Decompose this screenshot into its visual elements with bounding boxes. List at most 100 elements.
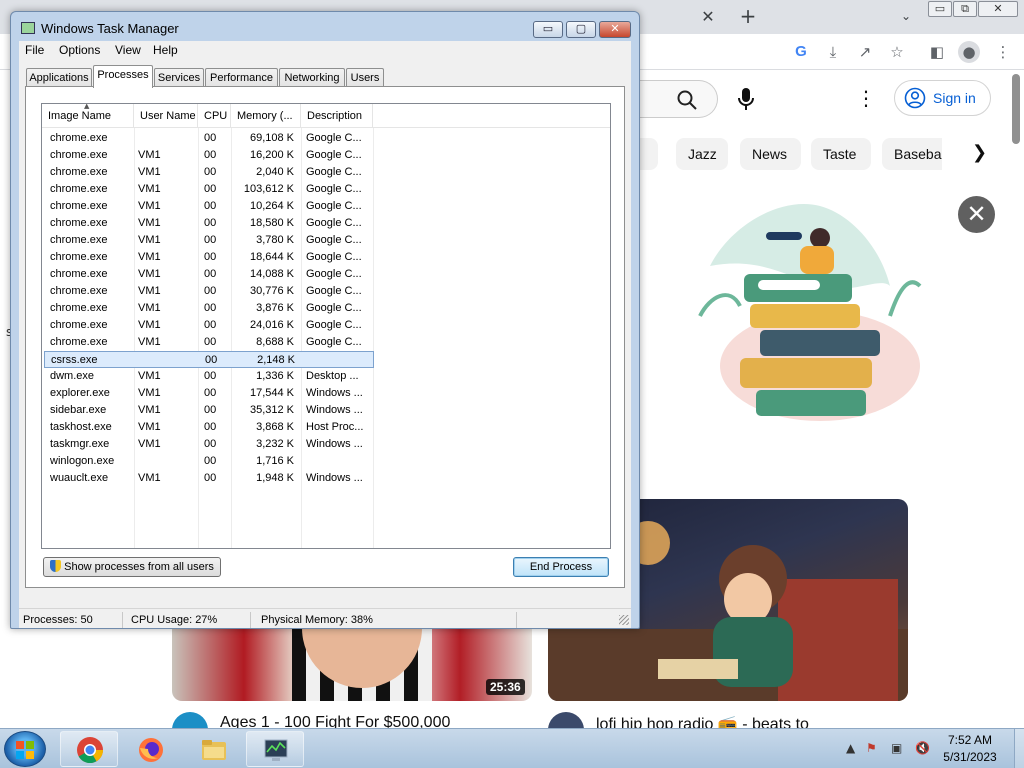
- microphone-icon[interactable]: [736, 86, 756, 112]
- sign-in-button[interactable]: Sign in: [894, 80, 991, 116]
- table-row[interactable]: chrome.exe VM1 00 24,016 K Google C...: [44, 317, 374, 334]
- menu-help[interactable]: Help: [153, 43, 178, 57]
- menu-view[interactable]: View: [115, 43, 141, 57]
- table-row[interactable]: winlogon.exe 00 1,716 K: [44, 453, 374, 470]
- table-row[interactable]: chrome.exe VM1 00 18,580 K Google C...: [44, 215, 374, 232]
- install-icon[interactable]: ⤓: [822, 41, 844, 63]
- table-row[interactable]: csrss.exe 00 2,148 K: [44, 351, 374, 368]
- dismiss-close-button[interactable]: ✕: [958, 196, 995, 233]
- video-title-lofi[interactable]: lofi hip hop radio 📻 - beats to: [596, 714, 809, 728]
- taskbar-task-manager[interactable]: [246, 731, 304, 767]
- cell-mem: 3,868 K: [256, 421, 294, 433]
- new-tab-button[interactable]: +: [736, 6, 760, 26]
- tab-processes[interactable]: Processes: [93, 65, 153, 88]
- account-icon: [904, 87, 926, 109]
- table-row[interactable]: chrome.exe 00 69,108 K Google C...: [44, 130, 374, 147]
- chips-next-icon[interactable]: ❯: [972, 142, 987, 163]
- chip-jazz[interactable]: Jazz: [676, 138, 728, 170]
- profile-icon[interactable]: ●: [958, 41, 980, 63]
- process-list[interactable]: Image Name ▲ User Name CPU Memory (... D…: [41, 103, 611, 549]
- tab-services[interactable]: Services: [154, 68, 204, 87]
- table-row[interactable]: chrome.exe VM1 00 3,780 K Google C...: [44, 232, 374, 249]
- tab-close-icon[interactable]: ✕: [698, 7, 718, 27]
- tab-networking[interactable]: Networking: [279, 68, 345, 87]
- google-lens-icon[interactable]: G: [790, 41, 812, 63]
- end-process-button[interactable]: End Process: [513, 557, 609, 577]
- menu-file[interactable]: File: [25, 43, 44, 57]
- table-row[interactable]: chrome.exe VM1 00 2,040 K Google C...: [44, 164, 374, 181]
- video-thumbnail-ages[interactable]: [172, 628, 532, 701]
- tab-applications[interactable]: Applications: [26, 68, 92, 87]
- cell-cpu: 00: [204, 319, 217, 331]
- table-row[interactable]: chrome.exe VM1 00 16,200 K Google C...: [44, 147, 374, 164]
- network-icon[interactable]: ▣: [891, 741, 902, 755]
- tab-performance[interactable]: Performance: [205, 68, 278, 87]
- table-row[interactable]: chrome.exe VM1 00 8,688 K Google C...: [44, 334, 374, 351]
- table-row[interactable]: chrome.exe VM1 00 3,876 K Google C...: [44, 300, 374, 317]
- cell-mem: 24,016 K: [249, 319, 294, 331]
- table-row[interactable]: explorer.exe VM1 00 17,544 K Windows ...: [44, 385, 374, 402]
- maximize-button[interactable]: ▢: [566, 21, 596, 38]
- table-row[interactable]: chrome.exe VM1 00 18,644 K Google C...: [44, 249, 374, 266]
- table-row[interactable]: taskmgr.exe VM1 00 3,232 K Windows ...: [44, 436, 374, 453]
- cell-desc: Host Proc...: [306, 421, 364, 433]
- column-memory[interactable]: Memory (...: [231, 104, 301, 128]
- chip-baseball[interactable]: Baseba: [882, 138, 942, 170]
- action-center-icon[interactable]: ⚑: [866, 741, 877, 755]
- start-button[interactable]: [4, 731, 46, 767]
- menu-dots-icon[interactable]: ⋮: [992, 41, 1014, 63]
- cell-user: VM1: [138, 302, 161, 314]
- show-all-users-button[interactable]: Show processes from all users: [43, 557, 221, 577]
- column-cpu[interactable]: CPU: [198, 104, 231, 128]
- taskbar-explorer[interactable]: [184, 731, 242, 767]
- resize-grip[interactable]: [619, 615, 629, 625]
- volume-muted-icon[interactable]: 🔇: [915, 741, 930, 755]
- cell-name: chrome.exe: [50, 217, 108, 229]
- clock-time[interactable]: 7:52 AM: [930, 733, 1010, 747]
- table-row[interactable]: taskhost.exe VM1 00 3,868 K Host Proc...: [44, 419, 374, 436]
- table-row[interactable]: chrome.exe VM1 00 103,612 K Google C...: [44, 181, 374, 198]
- chrome-close-button[interactable]: ✕: [978, 1, 1018, 17]
- chrome-minimize-button[interactable]: ▭: [928, 1, 952, 17]
- tab-search-icon[interactable]: ⌄: [896, 6, 916, 26]
- show-all-users-label: Show processes from all users: [64, 561, 214, 573]
- chip-taste[interactable]: Taste: [811, 138, 871, 170]
- sign-in-label: Sign in: [933, 90, 976, 106]
- taskbar-firefox[interactable]: [121, 731, 179, 767]
- video-title-ages[interactable]: Ages 1 - 100 Fight For $500,000: [220, 714, 450, 728]
- task-manager-window: Windows Task Manager ▭ ▢ ✕ File Options …: [10, 11, 640, 629]
- title-bar[interactable]: Windows Task Manager ▭ ▢ ✕: [11, 12, 639, 40]
- page-scrollbar[interactable]: [1012, 74, 1020, 144]
- share-icon[interactable]: ↗: [854, 41, 876, 63]
- table-row[interactable]: chrome.exe VM1 00 30,776 K Google C...: [44, 283, 374, 300]
- cell-name: chrome.exe: [50, 319, 108, 331]
- clock-date[interactable]: 5/31/2023: [930, 750, 1010, 764]
- table-row[interactable]: sidebar.exe VM1 00 35,312 K Windows ...: [44, 402, 374, 419]
- more-options-icon[interactable]: ⋮: [856, 86, 876, 110]
- column-description[interactable]: Description: [301, 104, 373, 128]
- table-row[interactable]: dwm.exe VM1 00 1,336 K Desktop ...: [44, 368, 374, 385]
- channel-avatar-lofi[interactable]: [548, 712, 584, 728]
- chip-news[interactable]: News: [740, 138, 801, 170]
- table-row[interactable]: chrome.exe VM1 00 10,264 K Google C...: [44, 198, 374, 215]
- taskbar-chrome[interactable]: [60, 731, 118, 767]
- tab-users[interactable]: Users: [346, 68, 384, 87]
- cell-mem: 103,612 K: [243, 183, 294, 195]
- close-button[interactable]: ✕: [599, 21, 631, 38]
- channel-avatar[interactable]: [172, 712, 208, 728]
- side-panel-icon[interactable]: ◧: [926, 41, 948, 63]
- minimize-button[interactable]: ▭: [533, 21, 563, 38]
- cell-user: VM1: [138, 370, 161, 382]
- cell-desc: Windows ...: [306, 472, 363, 484]
- chrome-restore-button[interactable]: ⧉: [953, 1, 977, 17]
- cell-cpu: 00: [204, 302, 217, 314]
- cell-cpu: 00: [204, 370, 217, 382]
- bookmark-star-icon[interactable]: ☆: [886, 41, 908, 63]
- cell-desc: Google C...: [306, 285, 362, 297]
- show-desktop-button[interactable]: [1014, 729, 1024, 768]
- show-hidden-icons-icon[interactable]: ▲: [846, 741, 855, 755]
- column-user-name[interactable]: User Name: [134, 104, 198, 128]
- table-row[interactable]: wuauclt.exe VM1 00 1,948 K Windows ...: [44, 470, 374, 487]
- menu-options[interactable]: Options: [59, 43, 100, 57]
- table-row[interactable]: chrome.exe VM1 00 14,088 K Google C...: [44, 266, 374, 283]
